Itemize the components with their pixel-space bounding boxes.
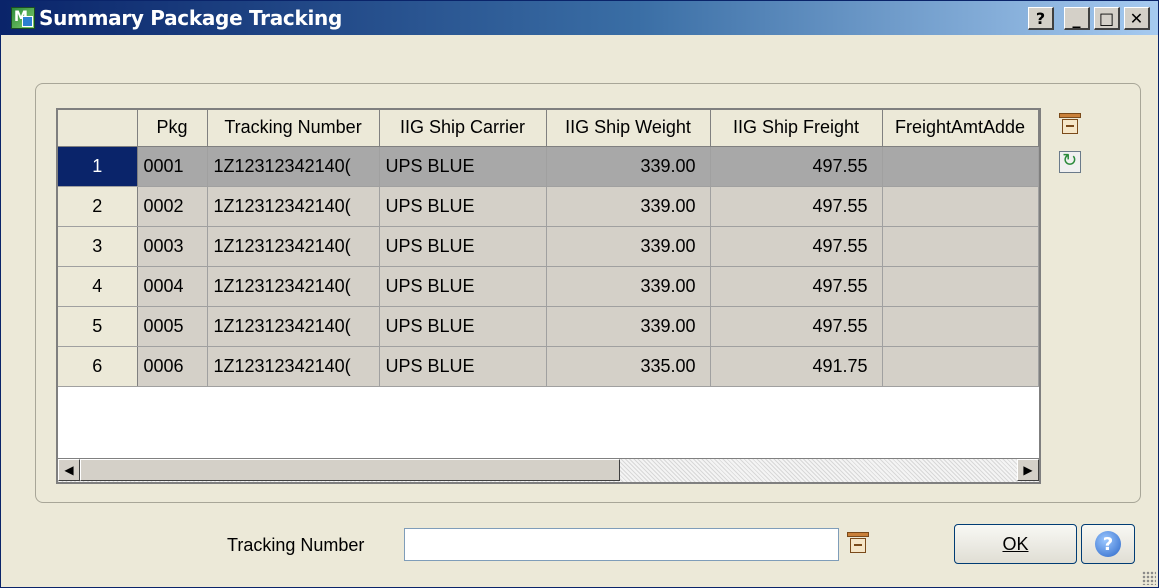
table-row[interactable]: 2 0002 1Z12312342140( UPS BLUE 339.00 49… xyxy=(58,186,1039,227)
cell-freight[interactable]: 497.55 xyxy=(710,266,883,307)
cell-weight[interactable]: 339.00 xyxy=(546,306,711,347)
table-row[interactable]: 3 0003 1Z12312342140( UPS BLUE 339.00 49… xyxy=(58,226,1039,267)
cell-tracking-number[interactable]: 1Z12312342140( xyxy=(207,266,380,307)
cell-carrier[interactable]: UPS BLUE xyxy=(379,346,547,387)
column-header-pkg[interactable]: Pkg xyxy=(137,110,208,147)
cell-carrier[interactable]: UPS BLUE xyxy=(379,266,547,307)
scroll-right-button[interactable]: ▶ xyxy=(1017,459,1039,481)
cell-pkg[interactable]: 0004 xyxy=(137,266,208,307)
cell-freight-amt-added[interactable] xyxy=(882,346,1039,387)
app-icon xyxy=(11,7,35,29)
lookup-icon-box xyxy=(850,538,866,553)
scroll-thumb[interactable] xyxy=(80,459,620,481)
sync-icon[interactable] xyxy=(1059,150,1081,173)
title-buttons: ? _ □ ✕ xyxy=(1028,7,1150,30)
cell-freight-amt-added[interactable] xyxy=(882,186,1039,227)
lookup-icon-lid xyxy=(847,532,869,537)
maximize-button[interactable]: □ xyxy=(1094,7,1120,30)
row-number[interactable]: 2 xyxy=(58,186,138,227)
title-bar[interactable]: Summary Package Tracking ? _ □ ✕ xyxy=(1,1,1158,35)
row-number[interactable]: 6 xyxy=(58,346,138,387)
cell-freight[interactable]: 497.55 xyxy=(710,226,883,267)
cell-freight-amt-added[interactable] xyxy=(882,226,1039,267)
table-header-row: Pkg Tracking Number IIG Ship Carrier IIG… xyxy=(58,110,1039,147)
column-header-tracking-number[interactable]: Tracking Number xyxy=(207,110,380,147)
cell-tracking-number[interactable]: 1Z12312342140( xyxy=(207,346,380,387)
help-button[interactable]: ? xyxy=(1028,7,1054,30)
cell-freight-amt-added[interactable] xyxy=(882,146,1039,187)
tracking-grid[interactable]: Pkg Tracking Number IIG Ship Carrier IIG… xyxy=(56,108,1041,484)
row-number[interactable]: 4 xyxy=(58,266,138,307)
tracking-table: Pkg Tracking Number IIG Ship Carrier IIG… xyxy=(58,110,1039,387)
cell-carrier[interactable]: UPS BLUE xyxy=(379,226,547,267)
table-row[interactable]: 6 0006 1Z12312342140( UPS BLUE 335.00 49… xyxy=(58,346,1039,387)
help-icon: ? xyxy=(1095,531,1121,557)
cell-tracking-number[interactable]: 1Z12312342140( xyxy=(207,146,380,187)
cell-weight[interactable]: 339.00 xyxy=(546,266,711,307)
cell-weight[interactable]: 339.00 xyxy=(546,186,711,227)
cell-freight[interactable]: 497.55 xyxy=(710,146,883,187)
column-header-rownum[interactable] xyxy=(58,110,138,147)
resize-grip[interactable] xyxy=(1142,571,1156,585)
cell-freight-amt-added[interactable] xyxy=(882,266,1039,307)
cell-pkg[interactable]: 0003 xyxy=(137,226,208,267)
cell-tracking-number[interactable]: 1Z12312342140( xyxy=(207,226,380,267)
column-header-weight[interactable]: IIG Ship Weight xyxy=(546,110,711,147)
cell-carrier[interactable]: UPS BLUE xyxy=(379,146,547,187)
minimize-button[interactable]: _ xyxy=(1064,7,1090,30)
cell-pkg[interactable]: 0005 xyxy=(137,306,208,347)
row-number[interactable]: 3 xyxy=(58,226,138,267)
cell-weight[interactable]: 335.00 xyxy=(546,346,711,387)
ok-button-label: OK xyxy=(1002,533,1029,554)
column-header-carrier[interactable]: IIG Ship Carrier xyxy=(379,110,547,147)
table-row[interactable]: 5 0005 1Z12312342140( UPS BLUE 339.00 49… xyxy=(58,306,1039,347)
help-dialog-button[interactable]: ? xyxy=(1081,524,1135,564)
table-row[interactable]: 1 0001 1Z12312342140( UPS BLUE 339.00 49… xyxy=(58,146,1039,187)
cell-freight[interactable]: 497.55 xyxy=(710,186,883,227)
table-row[interactable]: 4 0004 1Z12312342140( UPS BLUE 339.00 49… xyxy=(58,266,1039,307)
tracking-number-input[interactable] xyxy=(404,528,839,561)
column-header-freight-amt-added[interactable]: FreightAmtAdde xyxy=(882,110,1039,147)
cell-tracking-number[interactable]: 1Z12312342140( xyxy=(207,186,380,227)
column-header-freight[interactable]: IIG Ship Freight xyxy=(710,110,883,147)
lookup-icon[interactable] xyxy=(1059,113,1081,135)
tracking-number-label: Tracking Number xyxy=(227,535,365,555)
cell-carrier[interactable]: UPS BLUE xyxy=(379,186,547,227)
cell-freight-amt-added[interactable] xyxy=(882,306,1039,347)
cell-freight[interactable]: 491.75 xyxy=(710,346,883,387)
close-button[interactable]: ✕ xyxy=(1124,7,1150,30)
cell-pkg[interactable]: 0006 xyxy=(137,346,208,387)
cell-pkg[interactable]: 0002 xyxy=(137,186,208,227)
cell-pkg[interactable]: 0001 xyxy=(137,146,208,187)
horizontal-scrollbar[interactable]: ◀ ▶ xyxy=(58,458,1039,482)
ok-button[interactable]: OK xyxy=(954,524,1077,564)
cell-tracking-number[interactable]: 1Z12312342140( xyxy=(207,306,380,347)
cell-carrier[interactable]: UPS BLUE xyxy=(379,306,547,347)
lookup-icon-lid xyxy=(1059,113,1081,118)
cell-weight[interactable]: 339.00 xyxy=(546,146,711,187)
summary-package-tracking-window: Summary Package Tracking ? _ □ ✕ Pkg Tra… xyxy=(0,0,1159,588)
cell-freight[interactable]: 497.55 xyxy=(710,306,883,347)
cell-weight[interactable]: 339.00 xyxy=(546,226,711,267)
row-number[interactable]: 5 xyxy=(58,306,138,347)
row-number[interactable]: 1 xyxy=(58,146,138,187)
tracking-lookup-icon[interactable] xyxy=(847,532,869,554)
lookup-icon-box xyxy=(1062,119,1078,134)
window-title: Summary Package Tracking xyxy=(39,6,342,30)
scroll-left-button[interactable]: ◀ xyxy=(58,459,80,481)
